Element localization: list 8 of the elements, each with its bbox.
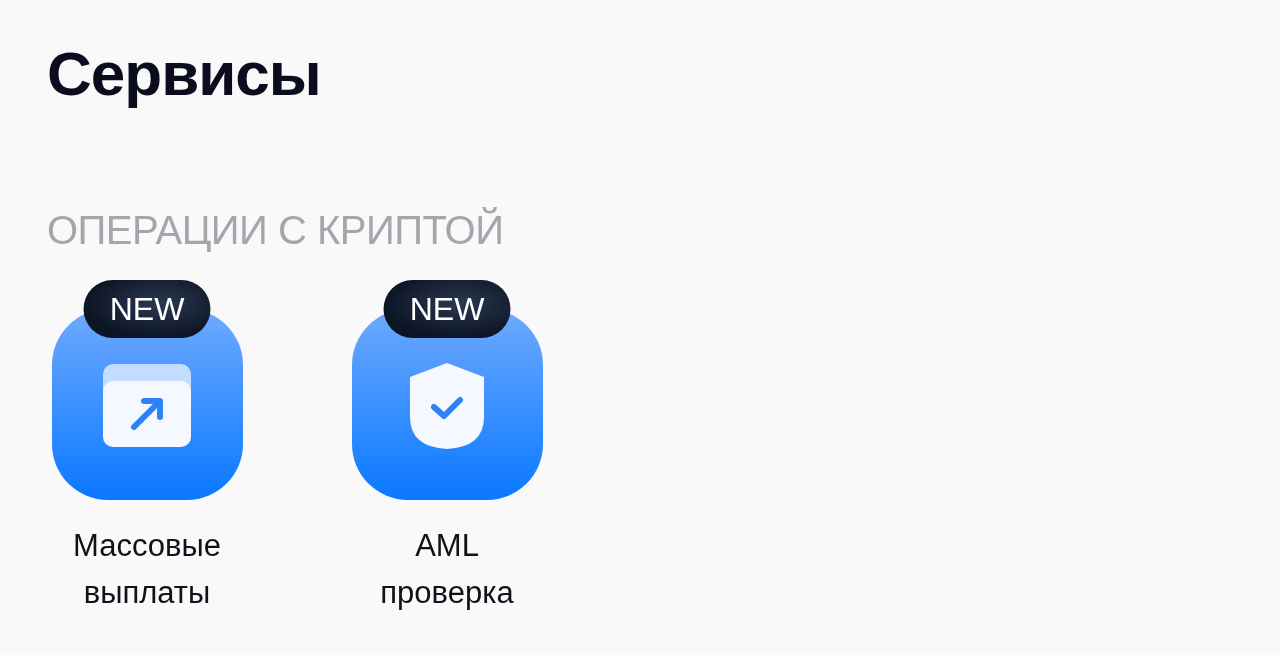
service-tile[interactable]: NEW AML проверка bbox=[347, 280, 547, 616]
shield-check-icon bbox=[409, 363, 484, 449]
new-badge: NEW bbox=[383, 280, 511, 338]
page-title: Сервисы bbox=[47, 38, 322, 110]
new-badge: NEW bbox=[83, 280, 211, 338]
service-tile[interactable]: NEW Массовые выплаты bbox=[47, 280, 247, 616]
arrow-card-icon bbox=[102, 364, 191, 447]
section-title: ОПЕРАЦИИ С КРИПТОЙ bbox=[47, 206, 505, 254]
